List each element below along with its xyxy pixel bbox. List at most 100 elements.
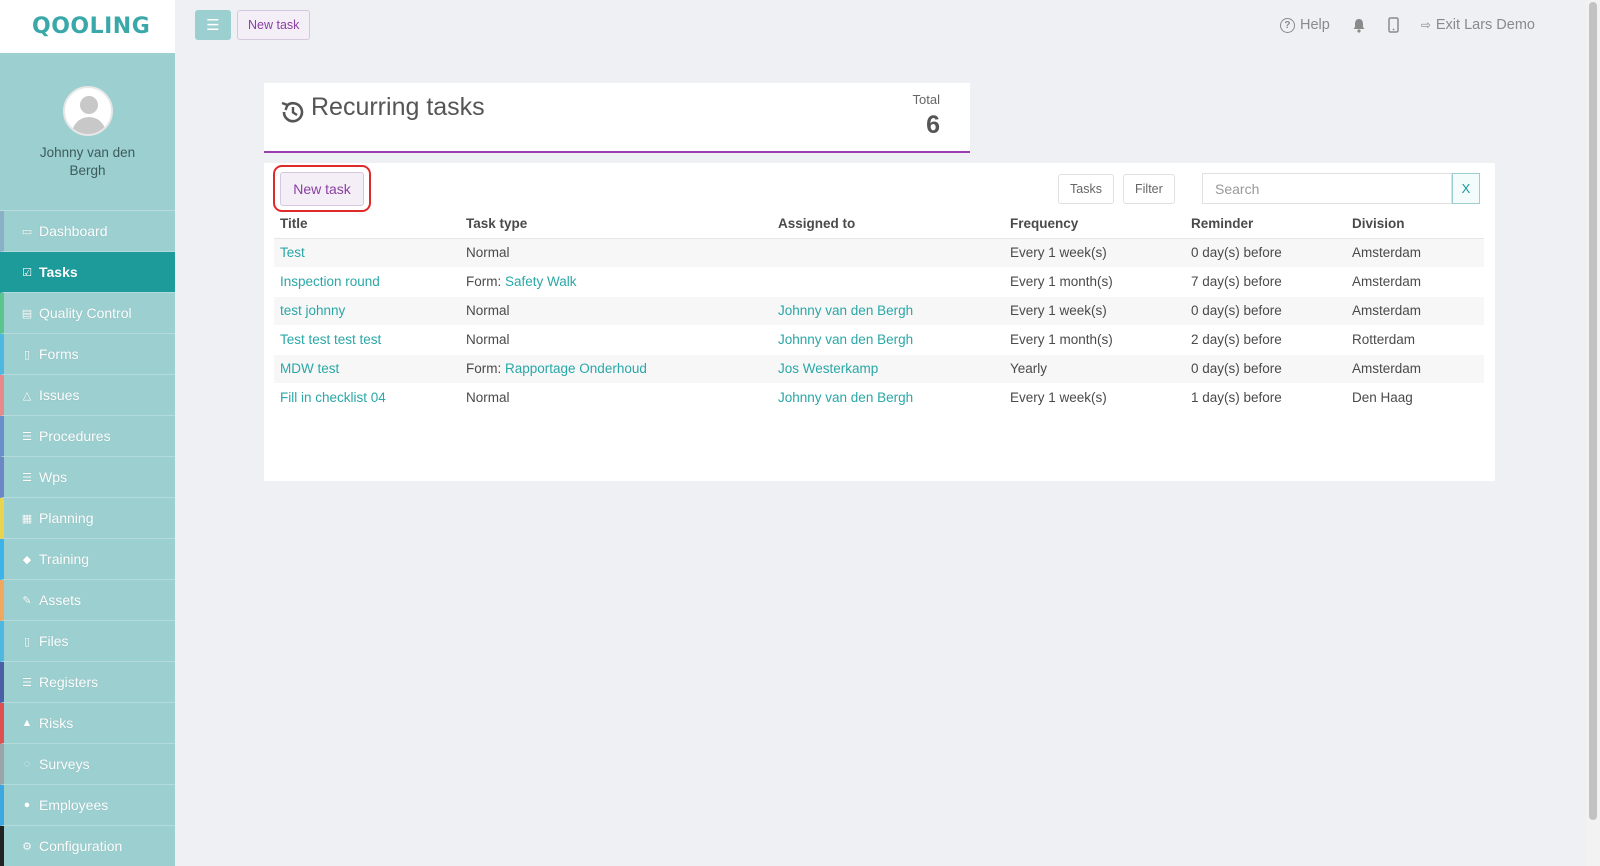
cell-title[interactable]: Test test test test [274, 325, 460, 355]
cell-title-text[interactable]: Inspection round [280, 274, 380, 289]
table-row[interactable]: MDW test Form: Rapportage Onderhoud Jos We… [274, 354, 1484, 384]
cell-title[interactable]: test johnny [274, 296, 460, 326]
list-icon: ☰ [22, 471, 32, 484]
sidebar-item-training[interactable]: ◆ Training [0, 539, 175, 580]
topbar-actions: ? Help ⇨ Exit Lars Demo [1279, 0, 1535, 50]
column-header-reminder[interactable]: Reminder [1185, 210, 1346, 239]
cell-title[interactable]: Inspection round [274, 267, 460, 297]
book-icon: ▤ [21, 307, 33, 320]
table-row[interactable]: Test Normal Every 1 week(s) 0 day(s) before… [274, 238, 1484, 268]
sidebar-item-assets[interactable]: ✎ Assets [0, 580, 175, 621]
column-header-task-type[interactable]: Task type [460, 210, 772, 239]
cell-task-type: Form: Safety Walk [460, 267, 772, 297]
cell-title[interactable]: MDW test [274, 354, 460, 384]
form-link[interactable]: Rapportage Onderhoud [505, 361, 647, 376]
cell-title-text[interactable]: Test test test test [280, 332, 381, 347]
column-header-title[interactable]: Title [274, 210, 460, 239]
sidebar-item-files[interactable]: ▯ Files [0, 621, 175, 662]
column-header-assigned-to[interactable]: Assigned to [772, 210, 1004, 239]
sidebar-item-risks[interactable]: ▲ Risks [0, 703, 175, 744]
cell-title[interactable]: Fill in checklist 04 [274, 383, 460, 413]
cell-assigned-to[interactable]: Johnny van den Bergh [772, 383, 1004, 413]
sidebar-item-configuration[interactable]: ⚙ Configuration [0, 826, 175, 866]
notifications-button[interactable] [1352, 18, 1366, 33]
sidebar-item-registers[interactable]: ☰ Registers [0, 662, 175, 703]
cell-title-text[interactable]: MDW test [280, 361, 339, 376]
cell-title-text[interactable]: test johnny [280, 303, 345, 318]
cell-division: Den Haag [1346, 383, 1484, 413]
filter-button[interactable]: Filter [1123, 174, 1175, 204]
sign-out-icon: ⇨ [1420, 18, 1431, 32]
cell-frequency-text: Every 1 week(s) [1010, 245, 1107, 260]
avatar[interactable] [62, 86, 113, 136]
cell-division-text: Amsterdam [1352, 274, 1422, 289]
tasks-button[interactable]: Tasks [1058, 174, 1114, 204]
cell-assigned-to-text[interactable]: Johnny van den Bergh [778, 390, 913, 405]
cell-assigned-to-text[interactable]: Johnny van den Bergh [778, 303, 913, 318]
page-scrollbar[interactable] [1586, 0, 1600, 866]
comment-icon: ◌ [23, 758, 31, 770]
cell-assigned-to[interactable] [772, 238, 1004, 268]
cell-division-text: Amsterdam [1352, 245, 1422, 260]
cell-reminder: 1 day(s) before [1185, 383, 1346, 413]
hamburger-icon: ☰ [206, 17, 220, 34]
cell-frequency-text: Yearly [1010, 361, 1048, 376]
cell-task-type: Normal [460, 383, 772, 413]
file-icon: ▯ [23, 348, 31, 361]
cell-title-text[interactable]: Test [280, 245, 305, 260]
sidebar-item-wps[interactable]: ☰ Wps [0, 457, 175, 498]
sidebar-item-tasks[interactable]: ☑ Tasks [0, 252, 175, 293]
search-input[interactable] [1202, 173, 1452, 204]
profile-name[interactable]: Johnny van den Bergh [33, 144, 143, 180]
cell-assigned-to[interactable]: Johnny van den Bergh [772, 325, 1004, 355]
logo-area: QOOLING [0, 0, 175, 53]
cell-assigned-to[interactable]: Jos Westerkamp [772, 354, 1004, 384]
calendar-icon: ▦ [21, 512, 33, 525]
cell-assigned-to-text[interactable]: Johnny van den Bergh [778, 332, 913, 347]
cell-assigned-to-text[interactable]: Jos Westerkamp [778, 361, 878, 376]
cell-assigned-to[interactable] [772, 267, 1004, 297]
total-count: 6 [926, 111, 940, 139]
sidebar-item-forms[interactable]: ▯ Forms [0, 334, 175, 375]
sidebar-item-label: Tasks [39, 264, 78, 280]
scrollbar-thumb[interactable] [1589, 2, 1597, 820]
new-task-highlight: New task [273, 165, 371, 212]
list-icon: ☰ [22, 676, 32, 689]
table-row[interactable]: test johnny Normal Johnny van den Bergh Eve… [274, 296, 1484, 326]
menu-toggle-button[interactable]: ☰ [195, 10, 231, 40]
form-link[interactable]: Safety Walk [505, 274, 577, 289]
sidebar-item-surveys[interactable]: ◌ Surveys [0, 744, 175, 785]
new-task-button[interactable]: New task [280, 171, 364, 206]
cell-frequency-text: Every 1 month(s) [1010, 274, 1113, 289]
users-icon: ● [23, 799, 31, 811]
column-header-division[interactable]: Division [1346, 210, 1484, 239]
sidebar-item-dashboard[interactable]: ▭ Dashboard [0, 211, 175, 252]
sidebar-item-quality-control[interactable]: ▤ Quality Control [0, 293, 175, 334]
sidebar-item-issues[interactable]: △ Issues [0, 375, 175, 416]
sidebar-item-planning[interactable]: ▦ Planning [0, 498, 175, 539]
column-header-frequency[interactable]: Frequency [1004, 210, 1185, 239]
cell-division-text: Den Haag [1352, 390, 1413, 405]
clear-search-button[interactable]: X [1452, 173, 1480, 204]
bell-icon [1353, 18, 1365, 33]
table-row[interactable]: Fill in checklist 04 Normal Johnny van den… [274, 383, 1484, 413]
table-row[interactable]: Inspection round Form: Safety Walk Every 1… [274, 267, 1484, 297]
cell-title-text[interactable]: Fill in checklist 04 [280, 390, 386, 405]
sidebar-item-label: Configuration [39, 838, 123, 854]
table-row[interactable]: Test test test test Normal Johnny van den … [274, 325, 1484, 355]
cell-task-type: Normal [460, 325, 772, 355]
cell-assigned-to[interactable]: Johnny van den Bergh [772, 296, 1004, 326]
top-new-task-button[interactable]: New task [237, 10, 311, 40]
mobile-button[interactable] [1388, 17, 1399, 33]
cell-frequency: Every 1 week(s) [1004, 383, 1185, 413]
cell-division: Amsterdam [1346, 354, 1484, 384]
help-link[interactable]: ? Help [1279, 17, 1330, 33]
sidebar-item-procedures[interactable]: ☰ Procedures [0, 416, 175, 457]
exit-demo-link[interactable]: ⇨ Exit Lars Demo [1421, 17, 1535, 33]
sidebar-item-employees[interactable]: ● Employees [0, 785, 175, 826]
app-logo[interactable]: QOOLING [32, 14, 150, 39]
cell-title[interactable]: Test [274, 238, 460, 268]
cell-reminder-text: 0 day(s) before [1191, 361, 1282, 376]
cell-frequency: Every 1 month(s) [1004, 267, 1185, 297]
sidebar-item-label: Forms [39, 346, 79, 362]
